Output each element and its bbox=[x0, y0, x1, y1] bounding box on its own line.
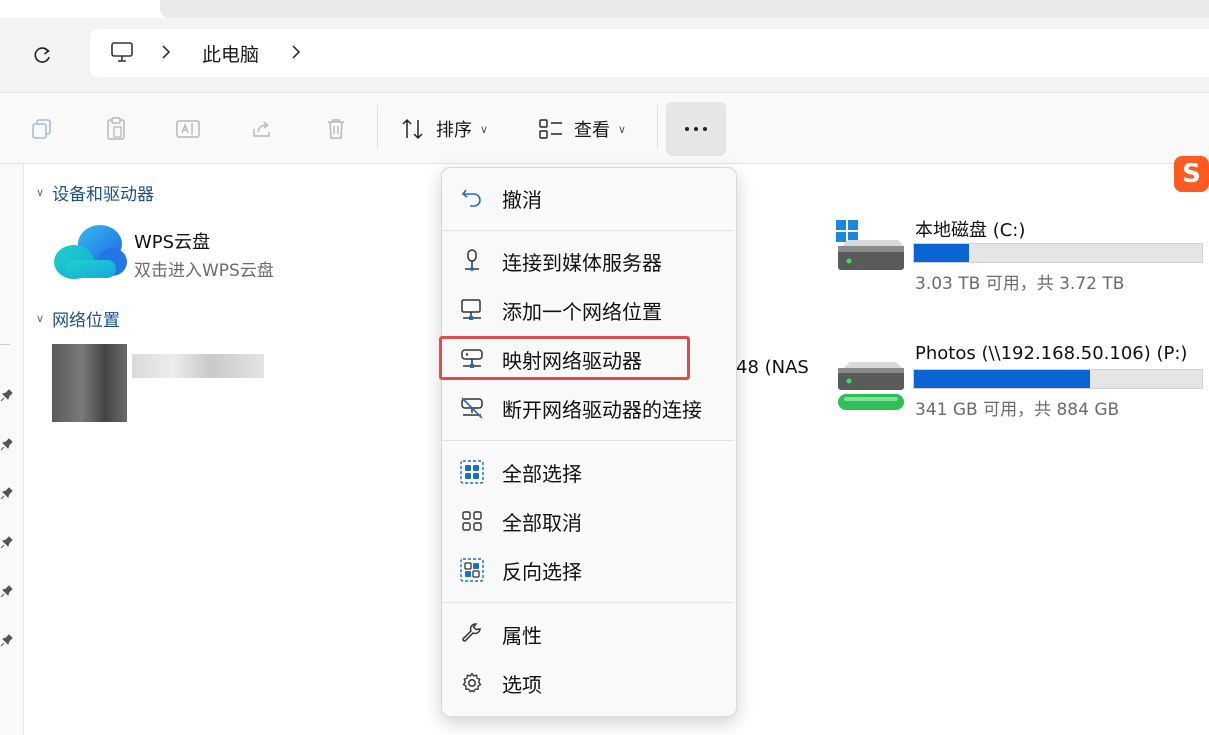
drive-p-usage-bar bbox=[913, 369, 1203, 389]
invert-selection-icon bbox=[460, 558, 484, 582]
pin-icon bbox=[0, 389, 13, 402]
share-icon bbox=[253, 121, 270, 137]
refresh-button[interactable] bbox=[26, 40, 58, 72]
chevron-right-icon[interactable] bbox=[290, 43, 302, 61]
chevron-down-icon: ∨ bbox=[480, 122, 489, 136]
view-icon bbox=[539, 119, 562, 139]
cloud-icon bbox=[54, 225, 127, 279]
delete-button[interactable] bbox=[322, 115, 350, 143]
copy-button[interactable] bbox=[28, 115, 56, 143]
menu-item-label: 添加一个网络位置 bbox=[502, 299, 662, 324]
view-label: 查看 bbox=[574, 120, 610, 141]
more-icon bbox=[685, 127, 689, 131]
select-none-icon bbox=[462, 511, 482, 531]
devices-group-header[interactable]: ∨ 设备和驱动器 bbox=[36, 180, 154, 205]
more-icon bbox=[694, 127, 698, 131]
share-button[interactable] bbox=[248, 115, 276, 143]
command-bar: 排序 ∨ 查看 ∨ bbox=[0, 92, 1209, 164]
chevron-down-icon: ∨ bbox=[36, 312, 45, 325]
drive-p-title: Photos (\\192.168.50.106) (P:) bbox=[915, 343, 1188, 364]
pin-icon bbox=[0, 585, 13, 598]
menu-item-label: 属性 bbox=[502, 623, 542, 648]
pin-icon bbox=[0, 634, 13, 647]
sogou-ime-badge[interactable]: S bbox=[1174, 156, 1209, 192]
wps-cloud-title: WPS云盘 bbox=[134, 232, 211, 253]
toolbar-separator bbox=[377, 105, 378, 149]
drive-c-usage-fill bbox=[914, 244, 969, 262]
menu-item-label: 选项 bbox=[502, 672, 542, 697]
menu-separator bbox=[442, 440, 734, 441]
undo-icon bbox=[461, 189, 481, 207]
menu-item-select-all[interactable]: 全部选择 bbox=[446, 449, 732, 495]
menu-item-label: 全部选择 bbox=[502, 461, 582, 486]
drive-c-subtitle: 3.03 TB 可用，共 3.72 TB bbox=[915, 274, 1125, 294]
drive-c-usage-bar bbox=[913, 243, 1203, 263]
sort-button[interactable]: 排序 ∨ bbox=[400, 113, 488, 145]
network-location-icon bbox=[461, 299, 481, 320]
menu-item-select-none[interactable]: 全部取消 bbox=[446, 498, 732, 544]
nav-divider bbox=[0, 344, 10, 345]
pin-icon bbox=[0, 536, 13, 549]
breadcrumb-this-pc[interactable]: 此电脑 bbox=[202, 40, 259, 67]
menu-item-label: 反向选择 bbox=[502, 559, 582, 584]
gear-icon bbox=[462, 672, 482, 693]
refresh-icon bbox=[34, 47, 50, 63]
copy-icon bbox=[32, 119, 51, 139]
menu-item-add-network-location[interactable]: 添加一个网络位置 bbox=[446, 287, 732, 333]
rename-icon bbox=[176, 120, 200, 138]
chevron-right-icon[interactable] bbox=[160, 43, 172, 61]
delete-icon bbox=[328, 119, 344, 139]
menu-item-invert-selection[interactable]: 反向选择 bbox=[446, 547, 732, 593]
toolbar-separator bbox=[657, 105, 658, 149]
address-row: 此电脑 bbox=[0, 18, 1209, 92]
menu-separator bbox=[442, 602, 734, 603]
paste-icon bbox=[107, 117, 125, 140]
menu-separator bbox=[442, 230, 734, 231]
more-options-button[interactable] bbox=[666, 102, 726, 156]
wps-cloud-subtitle: 双击进入WPS云盘 bbox=[134, 261, 274, 281]
local-disk-icon bbox=[836, 220, 904, 270]
menu-item-connect-media-server[interactable]: 连接到媒体服务器 bbox=[446, 238, 732, 284]
drive-p-subtitle: 341 GB 可用，共 884 GB bbox=[915, 400, 1120, 420]
menu-item-properties[interactable]: 属性 bbox=[446, 611, 732, 657]
menu-item-label: 撤消 bbox=[502, 187, 542, 212]
sort-icon bbox=[402, 118, 423, 140]
chevron-down-icon: ∨ bbox=[36, 186, 45, 199]
drive-p-usage-fill bbox=[914, 370, 1090, 388]
properties-icon bbox=[462, 623, 481, 642]
drive-c-title: 本地磁盘 (C:) bbox=[915, 220, 1026, 241]
network-group-label: 网络位置 bbox=[52, 311, 121, 331]
menu-item-label: 断开网络驱动器的连接 bbox=[502, 397, 702, 422]
title-strip bbox=[0, 0, 1209, 18]
more-options-menu: 撤消 连接到媒体服务器 添加一个网络位置 映射网络驱动器 断开网络驱动器的连接 … bbox=[441, 167, 737, 717]
pin-icon bbox=[0, 487, 13, 500]
network-item-thumbnail-blurred[interactable] bbox=[52, 344, 127, 422]
sort-label: 排序 bbox=[436, 120, 472, 141]
media-server-icon bbox=[465, 249, 479, 271]
menu-item-undo[interactable]: 撤消 bbox=[446, 175, 732, 221]
menu-item-label: 全部取消 bbox=[502, 510, 582, 535]
pin-icon bbox=[0, 438, 13, 451]
address-bar[interactable]: 此电脑 bbox=[90, 29, 1209, 77]
rename-button[interactable] bbox=[174, 115, 202, 143]
network-group-header[interactable]: ∨ 网络位置 bbox=[36, 306, 120, 331]
network-item-partial-name: 48 (NAS bbox=[736, 357, 809, 378]
chevron-down-icon: ∨ bbox=[618, 122, 627, 136]
disconnect-network-drive-icon bbox=[461, 397, 483, 419]
more-icon bbox=[703, 127, 707, 131]
devices-group-label: 设备和驱动器 bbox=[52, 185, 155, 205]
select-all-icon bbox=[460, 460, 484, 484]
network-item-name-blurred bbox=[132, 354, 264, 378]
view-button[interactable]: 查看 ∨ bbox=[538, 113, 626, 145]
tab-area bbox=[160, 0, 1209, 18]
highlight-box bbox=[439, 336, 690, 380]
paste-button[interactable] bbox=[102, 115, 130, 143]
menu-item-label: 连接到媒体服务器 bbox=[502, 250, 662, 275]
computer-icon bbox=[111, 42, 133, 62]
navigation-pane[interactable] bbox=[0, 164, 24, 735]
menu-item-disconnect-network-drive[interactable]: 断开网络驱动器的连接 bbox=[446, 385, 732, 431]
network-drive-icon bbox=[838, 362, 904, 410]
menu-item-options[interactable]: 选项 bbox=[446, 660, 732, 706]
